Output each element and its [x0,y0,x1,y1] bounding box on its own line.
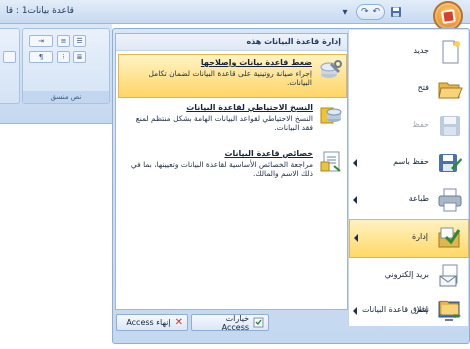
menu-item-email[interactable]: بريد إلكتروني [349,258,469,295]
undo-icon[interactable]: ↶ [373,7,381,17]
office-button[interactable] [433,1,463,31]
menu-item-save[interactable]: حفظ [349,108,469,145]
database-properties-icon [320,151,341,172]
save-as-icon [439,154,462,172]
menu-item-label: طباعة [408,194,429,203]
menu-item-label: إغلاق قاعدة البيانات [361,305,428,314]
submenu-item-properties[interactable]: خصائص قاعدة البيانات مراجعة الخصائص الأس… [118,146,347,190]
ribbon-mini-icon[interactable] [3,51,16,63]
submenu-item-backup[interactable]: النسخ الاحتياطي لقاعدة البيانات النسخ ال… [118,100,347,144]
submenu-item-desc: مراجعة الخصائص الأساسية لقاعدة البيانات … [130,160,313,178]
workspace-background [0,124,112,349]
ribbon-group-rich-text: ⇥ ≡ ☰ ¶ ⁝ ≣ نص منسق [22,28,110,104]
access-options-label: خيارات Access [221,313,250,332]
qat-dropdown-icon[interactable]: ▾ [337,4,353,20]
undo-redo-group: ↷ ↶ [356,4,386,20]
manage-submenu-panel: إدارة قاعدة البيانات هذه ضغط قاعدة بيانا… [115,33,348,310]
menu-item-label: فتح [417,83,429,92]
quick-access-toolbar: ▾ ↷ ↶ [337,3,404,21]
title-bar: قاعدة بيانات1 : قا ▾ ↷ ↶ [0,0,470,31]
align-icon[interactable]: ≡ [57,35,70,47]
submenu-item-desc: النسخ الاحتياطي لقواعد البيانات الهامة ب… [135,114,313,132]
submenu-item-title: ضغط قاعدة بيانات وإصلاحها [200,58,312,67]
menu-item-close-database[interactable]: إغلاق قاعدة البيانات [348,300,468,322]
submenu-arrow-icon [353,159,357,167]
numbering-icon[interactable]: ≣ [73,51,86,63]
submenu-heading: إدارة قاعدة البيانات هذه [116,34,347,51]
list-icon[interactable]: ☰ [73,35,86,47]
menu-item-label: حفظ باسم [393,157,429,166]
close-x-icon: ✕ [174,317,183,328]
ribbon-group-label: نص منسق [23,91,109,103]
office-logo-icon [441,9,456,24]
submenu-item-desc: إجراء صيانة روتينية على قاعدة البيانات ل… [148,69,313,87]
menu-item-open[interactable]: فتح [349,71,469,108]
save-disk-icon [440,116,460,136]
compact-repair-icon [320,60,342,78]
close-database-icon [439,300,459,315]
menu-item-new[interactable]: جديد [349,34,469,71]
window-title: قاعدة بيانات1 : قا [6,6,74,16]
menu-item-save-as[interactable]: حفظ باسم [349,145,469,182]
submenu-item-title: النسخ الاحتياطي لقاعدة البيانات [186,103,313,112]
office-menu-commands: جديد فتح حفظ حفظ باسم طباعة إدارة بريد إ… [348,30,469,326]
submenu-item-compact-repair[interactable]: ضغط قاعدة بيانات وإصلاحها إجراء صيانة رو… [118,54,347,98]
exit-access-label: إنهاء Access [126,318,171,327]
redo-icon[interactable]: ↷ [361,7,369,17]
ribbon-group-partial [0,28,20,104]
open-folder-icon [438,82,463,99]
email-icon [439,264,458,287]
submenu-arrow-icon [354,234,358,242]
save-icon[interactable] [388,4,404,20]
menu-item-label: جديد [413,46,429,55]
printer-icon [438,188,462,212]
bullets-icon[interactable]: ⁝ [57,51,70,63]
new-document-icon [442,40,460,64]
backup-database-icon [320,107,342,124]
direction-dropdown-icon[interactable]: ¶ [29,51,53,63]
indent-dropdown-icon[interactable]: ⇥ [29,35,53,47]
exit-access-button[interactable]: ✕ إنهاء Access [116,314,188,331]
menu-item-label: بريد إلكتروني [384,270,429,279]
menu-item-label: إدارة [411,232,428,241]
manage-icon [438,227,461,248]
menu-item-label: حفظ [412,120,429,129]
submenu-arrow-icon [353,196,357,204]
ribbon: ⇥ ≡ ☰ ¶ ⁝ ≣ نص منسق [0,24,112,124]
submenu-item-title: خصائص قاعدة البيانات [224,149,313,158]
options-icon [253,317,264,328]
access-options-button[interactable]: خيارات Access [191,313,269,332]
menu-item-manage[interactable]: إدارة [349,219,469,258]
menu-item-print[interactable]: طباعة [349,182,469,219]
